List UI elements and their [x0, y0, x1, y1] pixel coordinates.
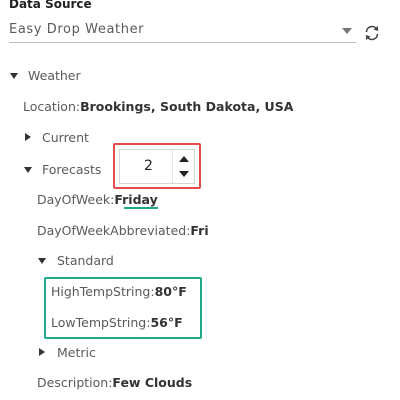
- stepper-highlight-box: [113, 143, 201, 189]
- tree-node-weather[interactable]: Weather: [28, 68, 81, 84]
- data-source-select[interactable]: Easy Drop Weather: [9, 18, 356, 43]
- location-value: Brookings, South Dakota, USA: [80, 99, 294, 114]
- tree-item-description[interactable]: Description:Few Clouds: [37, 375, 192, 391]
- tree-node-current-label: Current: [42, 130, 89, 145]
- day-of-week-label: DayOfWeek:: [37, 192, 115, 207]
- data-source-heading: Data Source: [9, 0, 92, 11]
- expand-current-icon[interactable]: [25, 133, 31, 141]
- tree-node-standard[interactable]: Standard: [57, 253, 114, 269]
- chevron-down-icon[interactable]: [342, 28, 352, 34]
- refresh-icon[interactable]: [363, 24, 381, 42]
- day-of-week-value: Friday: [114, 192, 158, 207]
- day-abbreviated-value: Fri: [190, 223, 209, 238]
- tree-node-forecasts[interactable]: Forecasts: [42, 162, 101, 178]
- description-label: Description:: [37, 375, 113, 390]
- tree-item-day-abbreviated[interactable]: DayOfWeekAbbreviated:Fri: [37, 223, 209, 239]
- tree-item-day-of-week[interactable]: DayOfWeek:Friday: [37, 192, 158, 208]
- expand-standard-icon[interactable]: [38, 258, 46, 264]
- temps-highlight-box: [44, 277, 202, 339]
- expand-metric-icon[interactable]: [39, 348, 45, 356]
- tree-node-current[interactable]: Current: [42, 130, 89, 146]
- expand-forecasts-icon[interactable]: [24, 167, 32, 173]
- tree-item-location[interactable]: Location:Brookings, South Dakota, USA: [23, 99, 293, 115]
- tree-node-weather-label: Weather: [28, 68, 81, 83]
- tree-node-metric[interactable]: Metric: [57, 345, 96, 361]
- description-value: Few Clouds: [112, 375, 193, 390]
- tree-node-forecasts-label: Forecasts: [42, 162, 102, 177]
- tree-node-standard-label: Standard: [57, 253, 114, 268]
- location-label: Location:: [23, 99, 81, 114]
- day-of-week-underline: [124, 207, 158, 209]
- expand-weather-icon[interactable]: [10, 73, 18, 79]
- data-source-selected-value: Easy Drop Weather: [9, 22, 145, 37]
- day-abbreviated-label: DayOfWeekAbbreviated:: [37, 223, 191, 238]
- tree-node-metric-label: Metric: [57, 345, 96, 360]
